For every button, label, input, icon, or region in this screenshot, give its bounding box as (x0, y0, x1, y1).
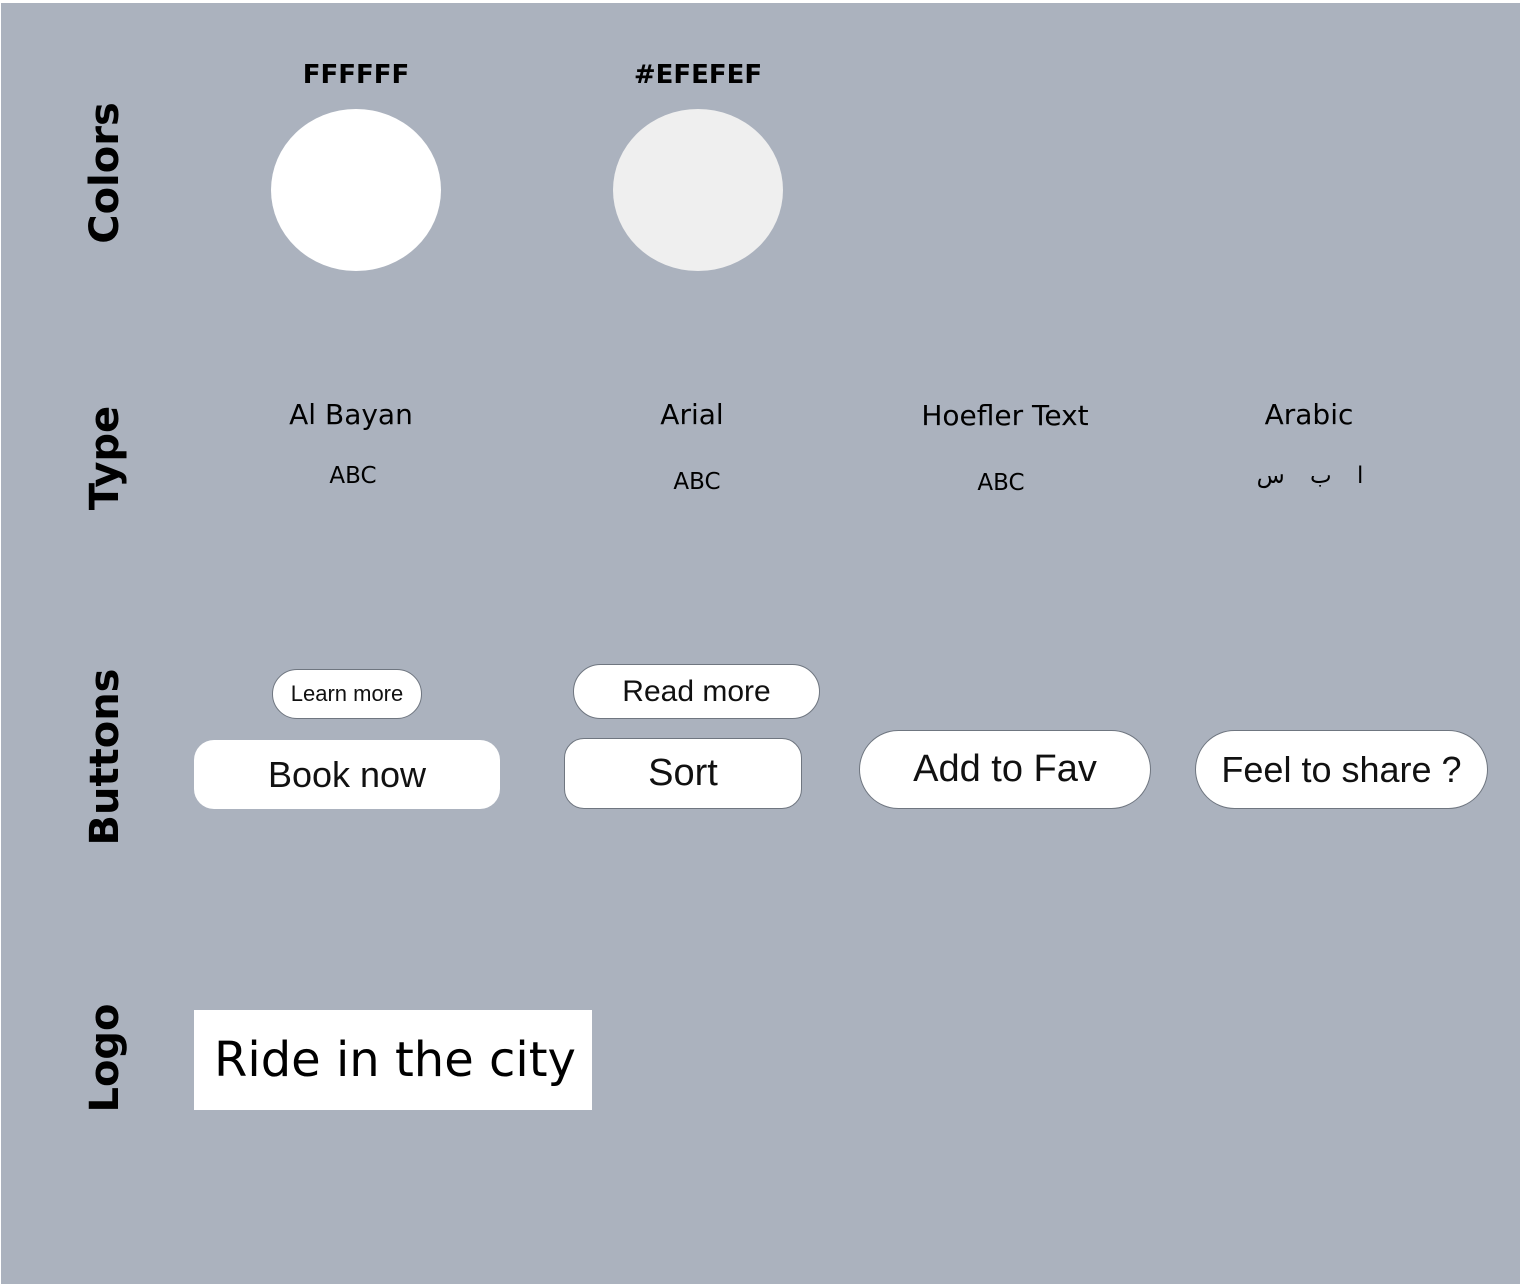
logo: Ride in the city (194, 1010, 592, 1110)
section-label-type: Type (82, 405, 128, 511)
font-name-arial: Arial (660, 398, 724, 431)
font-sample-al-bayan: ABC (329, 463, 377, 489)
logo-text: Ride in the city (214, 1032, 576, 1088)
font-sample-arabic: ا ب س (1256, 463, 1364, 489)
learn-more-button[interactable]: Learn more (272, 669, 422, 719)
book-now-button[interactable]: Book now (194, 740, 500, 809)
color-label-white: FFFFFF (302, 60, 410, 90)
style-guide-board: Colors Type Buttons Logo FFFFFF #EFEFEF … (1, 3, 1520, 1284)
section-label-buttons: Buttons (82, 668, 128, 846)
sort-button[interactable]: Sort (564, 738, 802, 809)
color-label-light-gray: #EFEFEF (633, 60, 763, 90)
font-name-arabic: Arabic (1264, 398, 1354, 431)
read-more-button[interactable]: Read more (573, 664, 820, 719)
feel-to-share-button[interactable]: Feel to share ? (1195, 730, 1488, 809)
color-swatch-light-gray (613, 109, 783, 271)
font-sample-arial: ABC (673, 469, 721, 495)
section-label-logo: Logo (82, 1003, 128, 1113)
section-label-colors: Colors (82, 102, 128, 244)
color-swatch-white (271, 109, 441, 271)
font-sample-hoefler-text: ABC (977, 470, 1025, 496)
font-name-hoefler-text: Hoefler Text (921, 399, 1089, 432)
font-name-al-bayan: Al Bayan (289, 398, 413, 431)
add-to-fav-button[interactable]: Add to Fav (859, 730, 1151, 809)
